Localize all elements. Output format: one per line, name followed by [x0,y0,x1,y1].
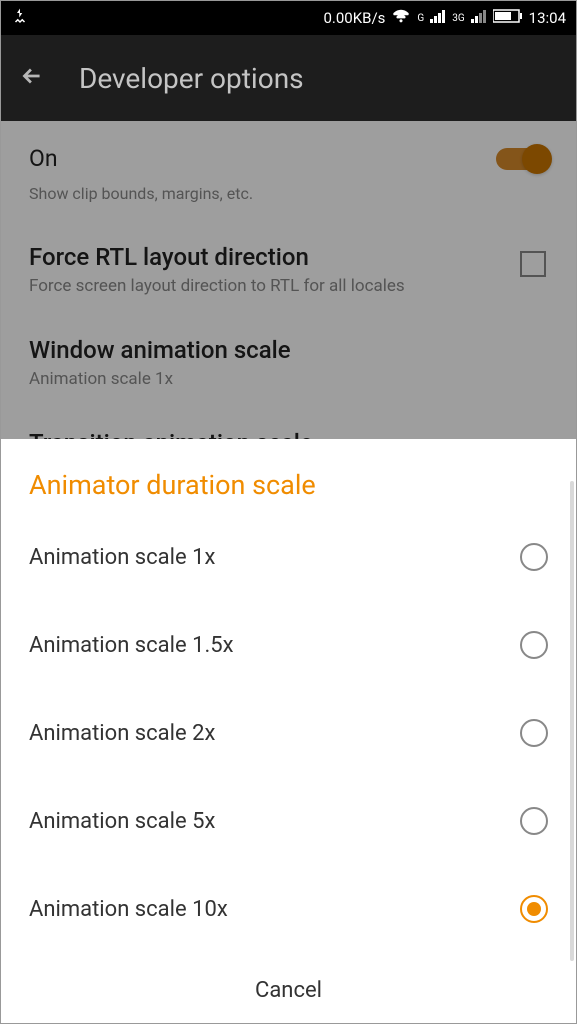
activity-icon [11,7,29,29]
option-label: Animation scale 10x [29,897,228,922]
window-scale-desc: Animation scale 1x [29,369,548,389]
animator-scale-dialog: Animator duration scale Animation scale … [1,439,576,1023]
signal-3g-label: 3G [452,13,464,24]
battery-icon [493,9,523,27]
radio-icon [520,631,548,659]
rtl-checkbox[interactable] [520,251,546,277]
back-arrow-icon[interactable] [19,63,45,93]
on-label: On [29,145,58,172]
radio-icon-selected [520,895,548,923]
wifi-icon [391,8,411,28]
master-toggle-row[interactable]: On [29,121,548,180]
scroll-indicator [570,481,574,961]
app-header: Developer options [1,35,576,121]
radio-icon [520,807,548,835]
rtl-title: Force RTL layout direction [29,243,548,271]
settings-list: On Show clip bounds, margins, etc. Force… [1,121,576,463]
toggle-knob [522,144,552,174]
signal-icon-2 [471,9,487,27]
rtl-desc: Force screen layout direction to RTL for… [29,276,548,296]
radio-icon [520,719,548,747]
signal-g-label: G [417,13,424,24]
radio-icon [520,543,548,571]
dialog-options: Animation scale 1x Animation scale 1.5x … [29,513,548,958]
dialog-title: Animator duration scale [29,469,548,501]
rtl-row[interactable]: Force RTL layout direction Force screen … [29,223,548,316]
option-1x[interactable]: Animation scale 1x [29,513,548,601]
clock: 13:04 [529,9,566,27]
option-label: Animation scale 5x [29,809,215,834]
option-10x[interactable]: Animation scale 10x [29,865,548,953]
cancel-button[interactable]: Cancel [29,958,548,1023]
data-rate: 0.00KB/s [323,9,385,27]
option-label: Animation scale 1.5x [29,633,234,658]
window-scale-row[interactable]: Window animation scale Animation scale 1… [29,316,548,409]
window-scale-title: Window animation scale [29,336,548,364]
option-label: Animation scale 2x [29,721,215,746]
option-5x[interactable]: Animation scale 5x [29,777,548,865]
option-2x[interactable]: Animation scale 2x [29,689,548,777]
clip-bounds-desc: Show clip bounds, margins, etc. [29,180,548,223]
option-label: Animation scale 1x [29,545,215,570]
signal-icon-1 [430,9,446,27]
option-1-5x[interactable]: Animation scale 1.5x [29,601,548,689]
page-title: Developer options [79,62,304,95]
status-bar: 0.00KB/s G 3G 13:04 [1,1,576,35]
master-toggle[interactable] [496,148,548,170]
